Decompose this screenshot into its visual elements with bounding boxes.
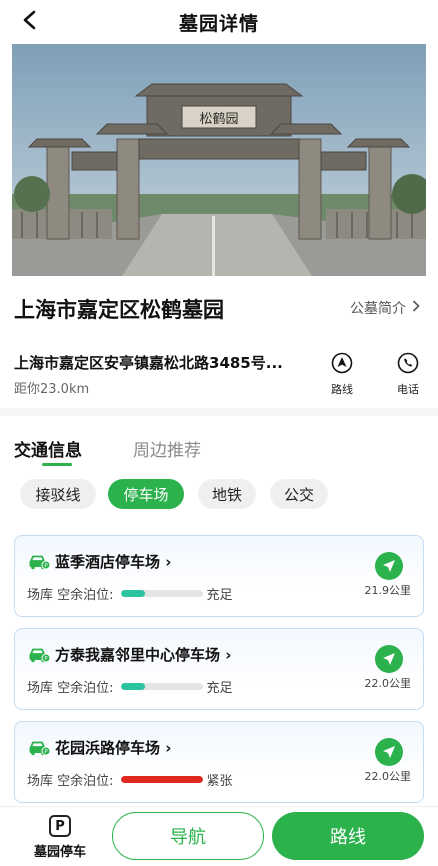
tab-nearby[interactable]: 周边推荐 xyxy=(133,436,201,461)
parking-card[interactable]: P 花园浜路停车场 › 场库 空余泊位: 紧张 22.0公里 xyxy=(14,721,424,803)
navigate-button[interactable] xyxy=(375,738,403,766)
intro-link-label: 公墓简介 xyxy=(350,301,406,317)
gate-sign-text: 松鹤园 xyxy=(199,111,238,127)
top-bar: 墓园详情 xyxy=(0,0,438,44)
parking-card[interactable]: P 方泰我嘉邻里中心停车场 › 场库 空余泊位: 充足 22.0公里 xyxy=(14,628,424,710)
chip-shuttle[interactable]: 接驳线 xyxy=(20,479,96,509)
parking-p-icon: P xyxy=(49,815,71,837)
vacancy-bar-fill xyxy=(120,590,146,597)
route-button[interactable]: 路线 xyxy=(272,812,424,860)
vacancy-label: 场库 空余泊位: xyxy=(27,681,114,696)
navigation-arrow-icon xyxy=(383,746,395,758)
chevron-right-icon xyxy=(412,300,420,316)
car-parking-icon: P xyxy=(28,647,51,663)
parking-name: 花园浜路停车场 › xyxy=(55,739,172,757)
info-tabs: 交通信息 周边推荐 xyxy=(0,430,438,470)
vacancy-status: 充足 xyxy=(206,588,233,603)
chip-parking[interactable]: 停车场 xyxy=(108,479,184,509)
transport-filter-chips: 接驳线 停车场 地铁 公交 xyxy=(0,479,438,511)
parking-vacancy: 场库 空余泊位: 紧张 xyxy=(27,770,233,789)
chip-bus[interactable]: 公交 xyxy=(270,479,328,509)
vacancy-bar-fill xyxy=(120,683,146,690)
navigate-button[interactable] xyxy=(375,645,403,673)
parking-vacancy: 场库 空余泊位: 充足 xyxy=(27,677,233,696)
parking-card[interactable]: P 蓝季酒店停车场 › 场库 空余泊位: 充足 21.9公里 xyxy=(14,535,424,617)
route-action-button[interactable]: 路线 xyxy=(322,352,362,397)
car-parking-icon: P xyxy=(28,554,51,570)
tab-traffic-info[interactable]: 交通信息 xyxy=(14,436,82,466)
chip-shuttle-label: 接驳线 xyxy=(35,485,81,504)
tab-nearby-label: 周边推荐 xyxy=(133,441,201,461)
parking-distance: 22.0公里 xyxy=(364,677,412,690)
back-arrow-icon[interactable] xyxy=(18,8,42,32)
chip-metro[interactable]: 地铁 xyxy=(198,479,256,509)
parking-distance: 21.9公里 xyxy=(364,584,412,597)
navigation-button[interactable]: 导航 xyxy=(112,812,264,860)
parking-distance: 22.0公里 xyxy=(364,770,412,783)
chip-parking-label: 停车场 xyxy=(123,485,169,504)
parking-name: 蓝季酒店停车场 › xyxy=(55,553,172,571)
cemetery-distance: 距你23.0km xyxy=(14,382,90,397)
vacancy-bar-fill xyxy=(120,776,203,783)
navigation-arrow-icon xyxy=(383,653,395,665)
chip-metro-label: 地铁 xyxy=(211,485,242,504)
cemetery-intro-link[interactable]: 公墓简介 xyxy=(350,298,420,318)
route-action-label: 路线 xyxy=(331,383,353,396)
chip-bus-label: 公交 xyxy=(283,485,314,504)
cemetery-parking-button[interactable]: P 墓园停车 xyxy=(30,815,90,860)
phone-icon xyxy=(397,352,419,378)
cemetery-address: 上海市嘉定区安亭镇嘉松北路3485号... xyxy=(14,354,283,372)
address-row: 上海市嘉定区安亭镇嘉松北路3485号... 距你23.0km 路线 电话 xyxy=(0,340,438,410)
navigate-button[interactable] xyxy=(375,552,403,580)
page-title: 墓园详情 xyxy=(178,12,259,35)
parking-vacancy: 场库 空余泊位: 充足 xyxy=(27,584,233,603)
cemetery-name-row: 上海市嘉定区松鹤墓园 公墓简介 xyxy=(0,284,438,332)
bottom-action-bar: P 墓园停车 导航 路线 xyxy=(0,806,438,866)
section-divider xyxy=(0,408,438,416)
phone-action-label: 电话 xyxy=(397,383,419,396)
cemetery-parking-label: 墓园停车 xyxy=(33,845,86,860)
car-parking-icon: P xyxy=(28,740,51,756)
vacancy-status: 紧张 xyxy=(206,774,233,789)
cemetery-name: 上海市嘉定区松鹤墓园 xyxy=(14,298,224,322)
navigation-arrow-icon xyxy=(331,352,353,378)
active-tab-indicator xyxy=(42,463,72,466)
tab-traffic-info-label: 交通信息 xyxy=(14,441,82,461)
cemetery-photo: 松鹤园 xyxy=(12,44,426,276)
vacancy-bar xyxy=(120,590,203,597)
parking-name: 方泰我嘉邻里中心停车场 › xyxy=(55,646,232,664)
vacancy-bar xyxy=(120,776,203,783)
phone-action-button[interactable]: 电话 xyxy=(388,352,428,397)
navigation-arrow-icon xyxy=(383,560,395,572)
vacancy-label: 场库 空余泊位: xyxy=(27,774,114,789)
vacancy-label: 场库 空余泊位: xyxy=(27,588,114,603)
vacancy-status: 充足 xyxy=(206,681,233,696)
vacancy-bar xyxy=(120,683,203,690)
